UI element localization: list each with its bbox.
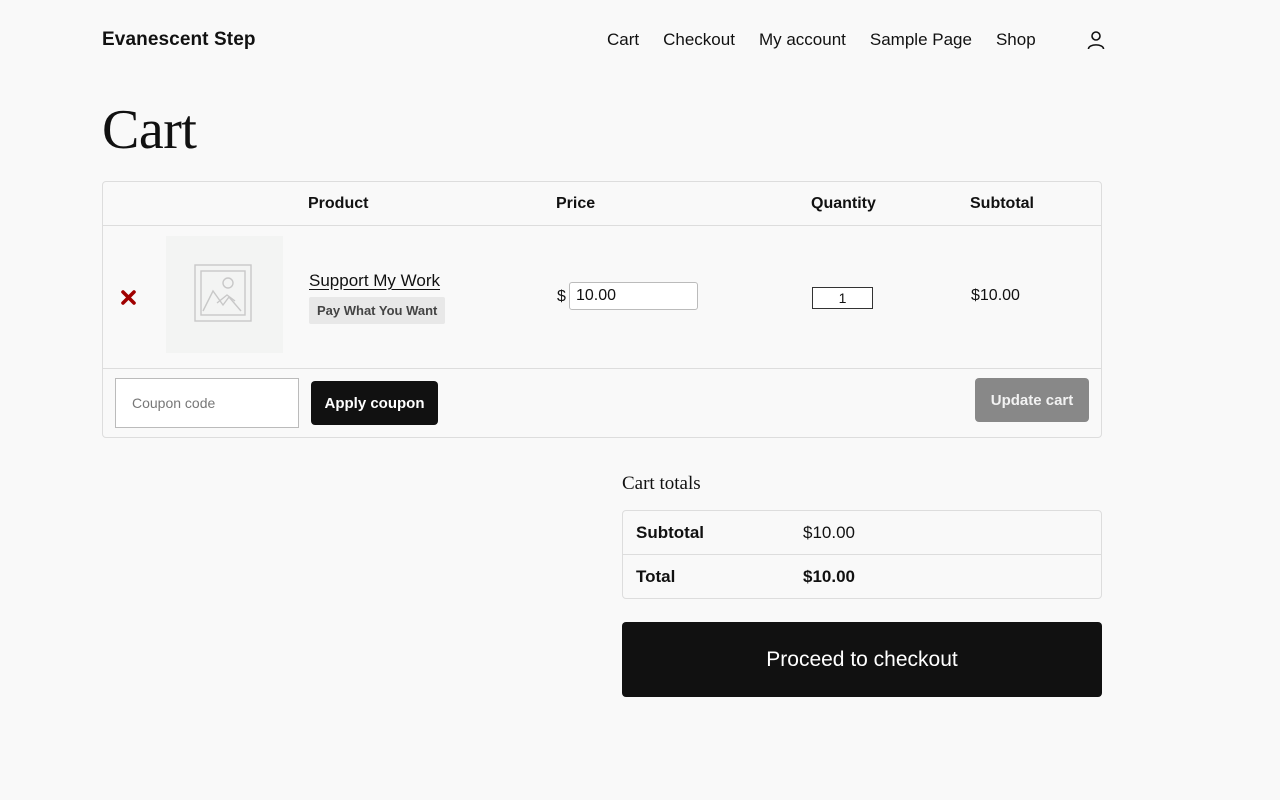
site-header: Evanescent Step Cart Checkout My account… bbox=[0, 0, 1280, 82]
cart-totals-table: Subtotal $10.00 Total $10.00 bbox=[622, 510, 1102, 599]
proceed-to-checkout-button[interactable]: Proceed to checkout bbox=[622, 622, 1102, 697]
nav-link-my-account[interactable]: My account bbox=[759, 30, 846, 50]
line-subtotal: $10.00 bbox=[971, 287, 1020, 304]
column-header-price: Price bbox=[556, 195, 596, 212]
quantity-input[interactable] bbox=[812, 287, 873, 309]
image-placeholder-icon bbox=[194, 264, 252, 322]
user-icon[interactable] bbox=[1085, 29, 1107, 51]
header-divider bbox=[103, 225, 1101, 226]
nav-link-cart[interactable]: Cart bbox=[607, 30, 639, 50]
update-cart-button[interactable]: Update cart bbox=[975, 378, 1089, 422]
apply-coupon-button[interactable]: Apply coupon bbox=[311, 381, 438, 425]
price-input[interactable] bbox=[569, 282, 698, 310]
totals-subtotal-label: Subtotal bbox=[636, 523, 704, 542]
totals-subtotal-value: $10.00 bbox=[803, 523, 855, 542]
currency-symbol: $ bbox=[557, 288, 566, 305]
nav-link-checkout[interactable]: Checkout bbox=[663, 30, 735, 50]
totals-total-value: $10.00 bbox=[803, 567, 855, 586]
column-header-subtotal: Subtotal bbox=[970, 195, 1034, 212]
totals-total-label: Total bbox=[636, 567, 676, 586]
column-header-quantity: Quantity bbox=[811, 195, 876, 212]
primary-nav: Cart Checkout My account Sample Page Sho… bbox=[607, 30, 1036, 50]
column-header-product: Product bbox=[308, 195, 369, 212]
nav-link-sample-page[interactable]: Sample Page bbox=[870, 30, 972, 50]
nav-link-shop[interactable]: Shop bbox=[996, 30, 1036, 50]
totals-divider bbox=[623, 554, 1101, 555]
pay-what-you-want-badge: Pay What You Want bbox=[309, 297, 446, 324]
row-divider bbox=[103, 368, 1101, 369]
product-thumbnail[interactable] bbox=[166, 236, 283, 353]
cart-totals-title: Cart totals bbox=[622, 473, 701, 494]
close-x-icon[interactable] bbox=[120, 289, 137, 306]
site-title[interactable]: Evanescent Step bbox=[102, 29, 256, 51]
page-title: Cart bbox=[102, 99, 197, 161]
coupon-code-input[interactable] bbox=[115, 378, 299, 428]
cart-table: Product Price Quantity Subtotal Support … bbox=[102, 181, 1102, 438]
product-name-link[interactable]: Support My Work bbox=[309, 271, 440, 291]
